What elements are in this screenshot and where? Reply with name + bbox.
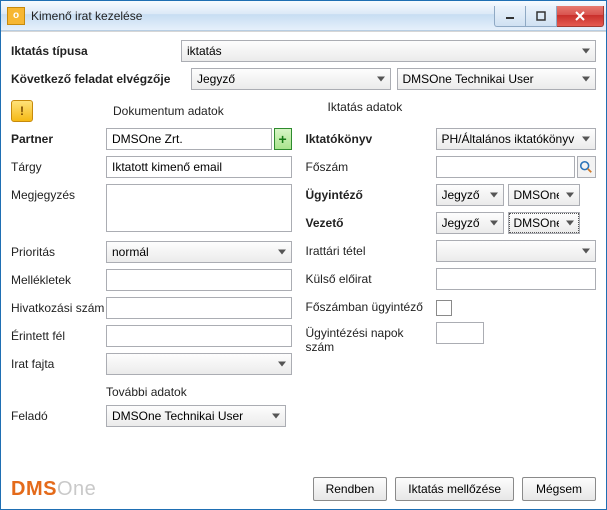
iktatas-tipusa-select[interactable] xyxy=(181,40,596,62)
mellekletek-label: Mellékletek xyxy=(11,269,106,287)
warning-icon: ! xyxy=(11,100,33,122)
ugyintezo-role-select[interactable] xyxy=(436,184,504,206)
partner-label: Partner xyxy=(11,128,106,146)
foszam-input[interactable] xyxy=(436,156,575,178)
kovetkezo-feladat-role-select[interactable] xyxy=(191,68,391,90)
additional-heading: További adatok xyxy=(106,385,596,399)
document-heading: Dokumentum adatok xyxy=(113,104,224,118)
hivatkozas-input[interactable] xyxy=(106,297,292,319)
targy-input[interactable] xyxy=(106,156,292,178)
partner-add-button[interactable]: + xyxy=(274,128,292,150)
client-area: Iktatás típusa Következő feladat elvégző… xyxy=(1,31,606,509)
app-icon: o xyxy=(7,7,25,25)
window-title: Kimenő irat kezelése xyxy=(31,9,494,23)
foszam-label: Főszám xyxy=(306,156,436,174)
ugyintezo-user-select[interactable] xyxy=(508,184,580,206)
erintett-fel-label: Érintett fél xyxy=(11,325,106,343)
skip-button[interactable]: Iktatás mellőzése xyxy=(395,477,514,501)
felado-select[interactable] xyxy=(106,405,286,427)
iktatokonyv-select[interactable] xyxy=(436,128,597,150)
ok-button[interactable]: Rendben xyxy=(313,477,388,501)
kulso-input[interactable] xyxy=(436,268,597,290)
iktatokonyv-label: Iktatókönyv xyxy=(306,128,436,146)
cancel-button[interactable]: Mégsem xyxy=(522,477,596,501)
napok-input[interactable] xyxy=(436,322,484,344)
section-headings: ! Dokumentum adatok Iktatás adatok xyxy=(11,100,596,122)
kulso-label: Külső előirat xyxy=(306,268,436,286)
vezeto-role-select[interactable] xyxy=(436,212,504,234)
mellekletek-input[interactable] xyxy=(106,269,292,291)
iktatas-heading: Iktatás adatok xyxy=(280,100,597,122)
titlebar: o Kimenő irat kezelése xyxy=(1,1,606,31)
targy-label: Tárgy xyxy=(11,156,106,174)
kovetkezo-feladat-label: Következő feladat elvégzője xyxy=(11,72,191,86)
prioritas-select[interactable] xyxy=(106,241,292,263)
partner-input[interactable] xyxy=(106,128,272,150)
brand-logo: DMSOne xyxy=(11,478,96,501)
ugyintezo-label: Ügyintéző xyxy=(306,184,436,202)
foszam-ugyintezo-label: Főszámban ügyintéző xyxy=(306,296,436,314)
window-buttons xyxy=(494,6,604,26)
irattari-select[interactable] xyxy=(436,240,597,262)
megjegyzes-label: Megjegyzés xyxy=(11,184,106,202)
hivatkozas-label: Hivatkozási szám xyxy=(11,297,106,315)
irattari-label: Irattári tétel xyxy=(306,240,436,258)
megjegyzes-textarea[interactable] xyxy=(106,184,292,232)
footer: DMSOne Rendben Iktatás mellőzése Mégsem xyxy=(11,471,596,501)
document-column: Partner + Tárgy Megjegyzés Prioritás xyxy=(11,128,292,381)
row-iktatas-tipusa: Iktatás típusa xyxy=(11,40,596,62)
window-frame: o Kimenő irat kezelése Iktatás típusa xyxy=(0,0,607,510)
minimize-button[interactable] xyxy=(494,6,526,27)
vezeto-user-select[interactable] xyxy=(508,212,580,234)
row-kovetkezo-feladat: Következő feladat elvégzője xyxy=(11,68,596,90)
iktatas-column: Iktatókönyv Főszám Ügyintéző xyxy=(306,128,597,381)
kovetkezo-feladat-user-select[interactable] xyxy=(397,68,597,90)
irat-fajta-label: Irat fajta xyxy=(11,353,106,371)
foszam-search-button[interactable] xyxy=(577,156,596,178)
iktatas-tipusa-label: Iktatás típusa xyxy=(11,44,181,58)
vezeto-label: Vezető xyxy=(306,212,436,230)
felado-label: Feladó xyxy=(11,405,106,423)
foszam-ugyintezo-checkbox[interactable] xyxy=(436,300,452,316)
erintett-fel-input[interactable] xyxy=(106,325,292,347)
close-button[interactable] xyxy=(557,6,604,27)
irat-fajta-select[interactable] xyxy=(106,353,292,375)
form-columns: Partner + Tárgy Megjegyzés Prioritás xyxy=(11,128,596,381)
napok-label: Ügyintézési napok szám xyxy=(306,322,436,354)
prioritas-label: Prioritás xyxy=(11,241,106,259)
maximize-button[interactable] xyxy=(526,6,557,27)
